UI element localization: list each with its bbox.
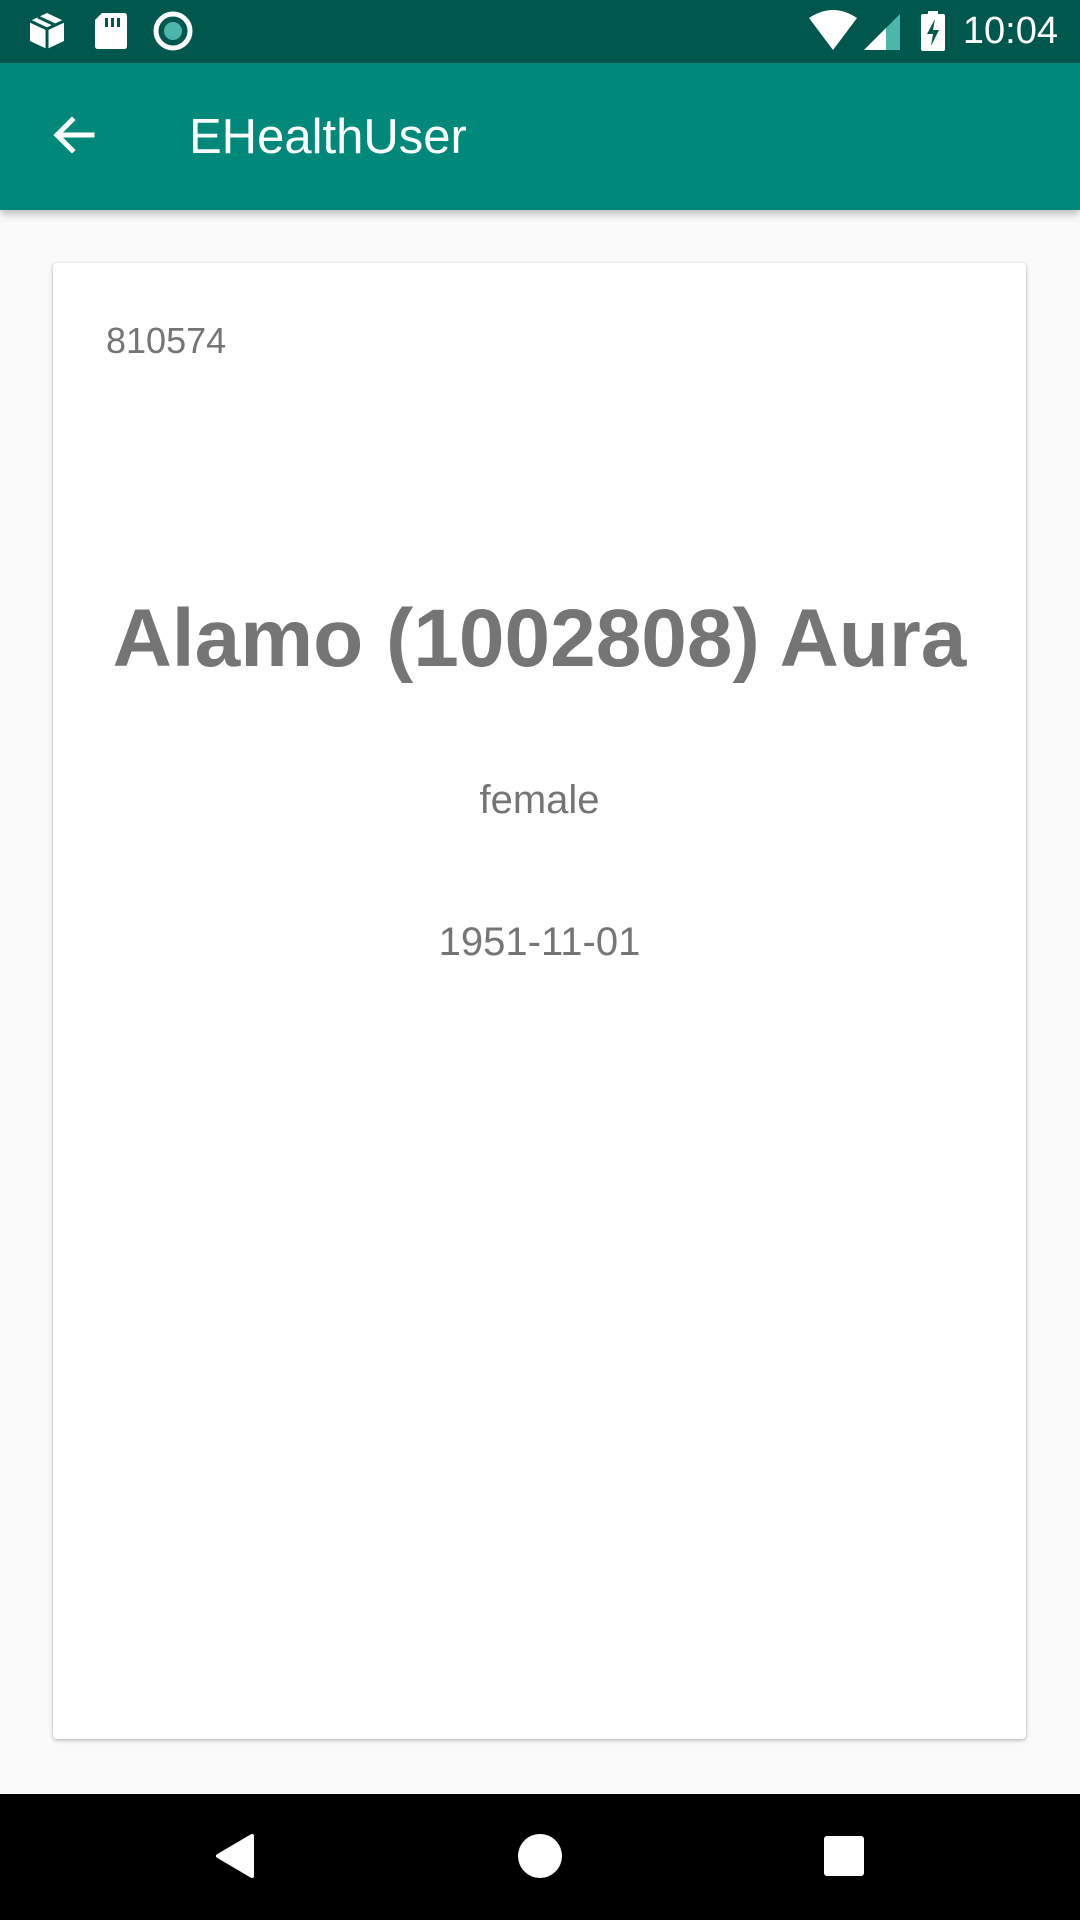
- nav-recents-button[interactable]: [804, 1818, 884, 1898]
- status-bar: 10:04: [0, 0, 1080, 63]
- arrow-back-icon: [50, 111, 98, 164]
- app-title: EHealthUser: [189, 110, 467, 164]
- wifi-icon: [808, 10, 858, 52]
- app-bar: EHealthUser: [0, 63, 1080, 210]
- user-gender: female: [479, 778, 600, 822]
- back-triangle-icon: [208, 1828, 264, 1889]
- status-time: 10:04: [962, 10, 1058, 52]
- nav-back-button[interactable]: [196, 1818, 276, 1898]
- record-icon: [152, 10, 194, 52]
- nav-home-button[interactable]: [500, 1818, 580, 1898]
- home-circle-icon: [512, 1828, 568, 1889]
- recents-square-icon: [816, 1828, 872, 1889]
- user-card: 810574 Alamo (1002808) Aura female 1951-…: [53, 263, 1026, 1739]
- sd-card-icon: [90, 10, 132, 52]
- back-button[interactable]: [32, 105, 116, 169]
- navigation-bar: [0, 1794, 1080, 1920]
- battery-charging-icon: [918, 10, 948, 52]
- package-icon: [26, 10, 68, 52]
- cell-signal-icon: [862, 10, 904, 52]
- user-name: Alamo (1002808) Aura: [112, 593, 967, 684]
- user-birthdate: 1951-11-01: [438, 920, 641, 964]
- user-id: 810574: [106, 320, 227, 361]
- main-content: 810574 Alamo (1002808) Aura female 1951-…: [0, 210, 1080, 1794]
